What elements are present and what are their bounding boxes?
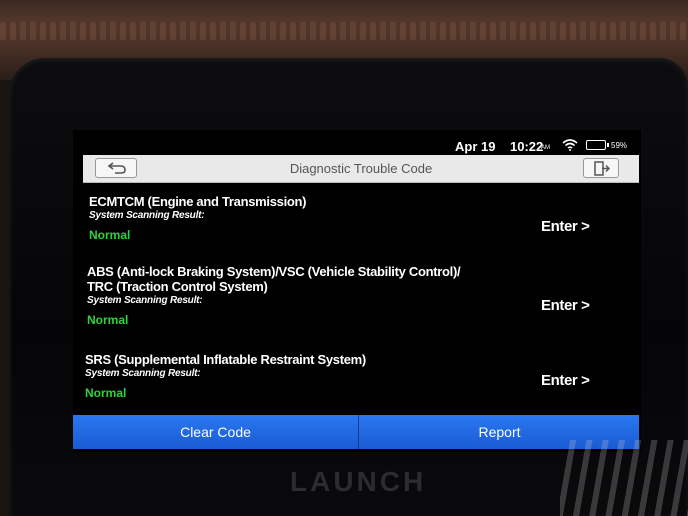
dashboard-stitching [0, 22, 688, 40]
exit-icon [594, 161, 610, 176]
battery-icon [586, 140, 609, 150]
enter-button-ecmtcm[interactable]: Enter > [541, 218, 590, 235]
enter-button-abs[interactable]: Enter > [541, 297, 590, 314]
system-name-line-1: ABS (Anti-lock Braking System)/VSC (Vehi… [87, 264, 461, 279]
title-bar: Diagnostic Trouble Code [83, 155, 639, 183]
status-time-suffix: AM [541, 145, 550, 151]
system-item-srs[interactable]: SRS (Supplemental Inflatable Restraint S… [73, 352, 641, 401]
status-date: Apr 19 [455, 139, 496, 154]
page-title: Diagnostic Trouble Code [289, 161, 433, 176]
brand-logo: LAUNCH [290, 466, 427, 497]
system-name: ECMTCM (Engine and Transmission) [89, 194, 307, 209]
system-name: SRS (Supplemental Inflatable Restraint S… [85, 352, 366, 367]
exit-button[interactable] [583, 158, 619, 178]
system-item-ecmtcm[interactable]: ECMTCM (Engine and Transmission) System … [73, 194, 641, 243]
status-bar: Apr 19 10:22 AM 59% [73, 130, 641, 154]
reflection-glare [560, 440, 688, 516]
clear-code-button[interactable]: Clear Code [73, 415, 359, 449]
status-time: 10:22 [510, 139, 544, 154]
enter-button-srs[interactable]: Enter > [541, 372, 590, 389]
system-result: Normal [87, 313, 129, 327]
system-name-line-2: TRC (Traction Control System) [87, 279, 268, 294]
device-screen: Apr 19 10:22 AM 59% Diagnostic Trouble C… [73, 130, 641, 452]
wifi-icon [562, 139, 578, 151]
action-bar: Clear Code Report [73, 415, 639, 449]
battery-percent: 59% [611, 141, 628, 150]
system-item-abs[interactable]: ABS (Anti-lock Braking System)/VSC (Vehi… [73, 264, 641, 328]
